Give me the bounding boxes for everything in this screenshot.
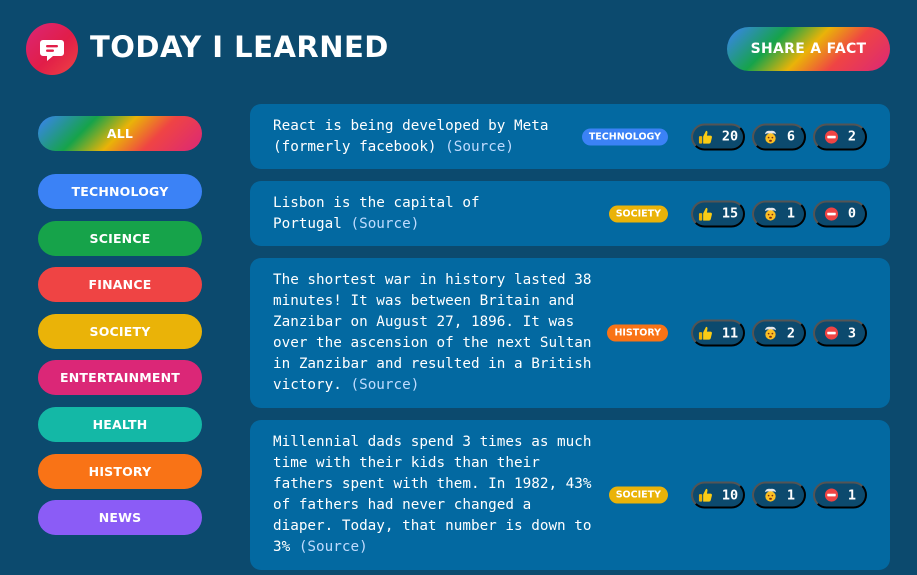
vote-mindblowing-count: 1	[786, 205, 796, 222]
thumbs-up-icon	[698, 326, 712, 340]
category-sidebar: ALL TECHNOLOGY SCIENCE FINANCE SOCIETY E…	[38, 116, 202, 547]
vote-buttons: 11 2 3	[691, 319, 867, 347]
category-health-button[interactable]: HEALTH	[38, 406, 202, 442]
no-entry-icon	[824, 129, 838, 144]
vote-interesting-count: 10	[721, 487, 739, 503]
vote-interesting-count: 20	[721, 128, 739, 145]
vote-false-count: 0	[847, 205, 857, 222]
vote-interesting-button[interactable]: 11	[691, 319, 745, 347]
vote-interesting-button[interactable]: 20	[691, 123, 745, 150]
vote-buttons: 20 6 2	[691, 123, 867, 150]
no-entry-icon	[824, 206, 838, 221]
fact-card: React is being developed by Meta (former…	[250, 104, 890, 169]
fact-category-tag: SOCIETY	[608, 205, 668, 222]
fact-card: Lisbon is the capital of Portugal (Sourc…	[250, 181, 890, 246]
vote-mindblowing-count: 1	[786, 487, 796, 503]
vote-mindblowing-count: 6	[786, 128, 796, 145]
fact-source-link[interactable]: (Source)	[299, 539, 368, 555]
vote-buttons: 10 1 1	[691, 481, 867, 509]
mind-blown-icon	[764, 326, 777, 340]
app-title: TODAY I LEARNED	[90, 30, 389, 64]
vote-false-button[interactable]: 2	[813, 123, 867, 150]
fact-text: The shortest war in history lasted 38 mi…	[273, 272, 592, 393]
fact-source-link[interactable]: (Source)	[350, 216, 419, 232]
vote-mindblowing-button[interactable]: 1	[752, 481, 806, 509]
vote-interesting-button[interactable]: 15	[691, 200, 745, 227]
vote-interesting-button[interactable]: 10	[691, 481, 745, 509]
logo	[26, 23, 78, 75]
vote-false-button[interactable]: 3	[813, 319, 867, 347]
vote-interesting-count: 15	[721, 205, 739, 222]
vote-mindblowing-count: 2	[786, 325, 796, 341]
vote-mindblowing-button[interactable]: 1	[752, 200, 806, 227]
mind-blown-icon	[764, 488, 777, 502]
fact-source-link[interactable]: (Source)	[445, 139, 514, 155]
category-news-button[interactable]: NEWS	[38, 500, 202, 536]
vote-false-button[interactable]: 0	[813, 200, 867, 227]
no-entry-icon	[824, 488, 838, 502]
category-all-button[interactable]: ALL	[38, 116, 202, 151]
vote-buttons: 15 1 0	[691, 200, 867, 227]
category-science-button[interactable]: SCIENCE	[38, 220, 202, 256]
facts-list: React is being developed by Meta (former…	[250, 104, 890, 575]
mind-blown-icon	[764, 130, 777, 144]
vote-false-count: 2	[847, 128, 857, 145]
speech-bubble-icon	[40, 40, 64, 61]
mind-blown-icon	[764, 207, 777, 221]
category-history-button[interactable]: HISTORY	[38, 453, 202, 489]
fact-category-tag: SOCIETY	[608, 486, 668, 504]
category-technology-button[interactable]: TECHNOLOGY	[38, 174, 202, 209]
fact-card: The shortest war in history lasted 38 mi…	[250, 258, 890, 408]
fact-text-block: Lisbon is the capital of Portugal (Sourc…	[250, 193, 480, 235]
vote-mindblowing-button[interactable]: 6	[752, 123, 806, 150]
header: TODAY I LEARNED SHARE A FACT	[0, 0, 917, 100]
vote-mindblowing-button[interactable]: 2	[752, 319, 806, 347]
vote-false-count: 3	[847, 325, 857, 341]
thumbs-up-icon	[698, 488, 712, 502]
fact-text-block: The shortest war in history lasted 38 mi…	[250, 270, 595, 396]
fact-category-tag: HISTORY	[607, 324, 668, 342]
share-a-fact-button[interactable]: SHARE A FACT	[727, 27, 890, 71]
thumbs-up-icon	[698, 130, 712, 144]
vote-false-button[interactable]: 1	[813, 481, 867, 509]
fact-card: Millennial dads spend 3 times as much ti…	[250, 420, 890, 570]
fact-source-link[interactable]: (Source)	[350, 377, 419, 393]
thumbs-up-icon	[698, 207, 712, 221]
category-society-button[interactable]: SOCIETY	[38, 313, 202, 349]
fact-category-tag: TECHNOLOGY	[581, 128, 668, 145]
fact-text-block: Millennial dads spend 3 times as much ti…	[250, 432, 595, 558]
no-entry-icon	[824, 326, 838, 340]
fact-text: Millennial dads spend 3 times as much ti…	[273, 434, 592, 555]
fact-text-block: React is being developed by Meta (former…	[250, 116, 595, 158]
vote-false-count: 1	[847, 487, 857, 503]
vote-interesting-count: 11	[721, 325, 739, 341]
category-entertainment-button[interactable]: ENTERTAINMENT	[38, 360, 202, 396]
category-finance-button[interactable]: FINANCE	[38, 267, 202, 303]
